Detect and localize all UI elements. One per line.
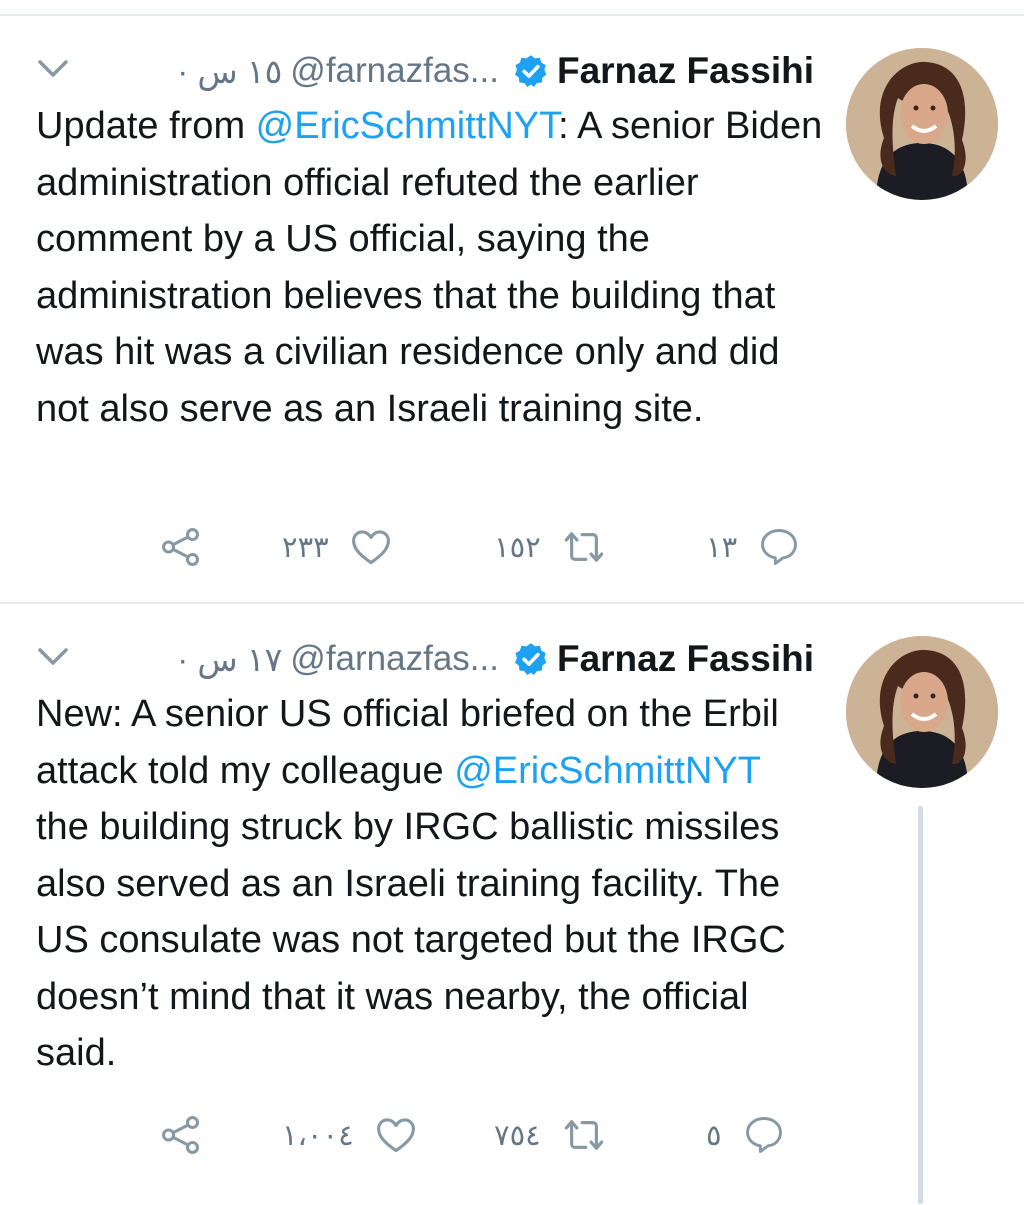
display-name[interactable]: Farnaz Fassihi	[557, 638, 814, 680]
reply-icon	[761, 529, 798, 565]
tweet-actions: ١٣ ١٥٢ ٢٣٣	[0, 512, 1024, 582]
retweet-button[interactable]: ٧٥٤	[494, 1100, 607, 1170]
reply-button[interactable]: ٥	[706, 1100, 786, 1170]
timestamp[interactable]: ١٥ س ·	[177, 52, 282, 91]
retweet-count: ٧٥٤	[494, 1119, 541, 1152]
handle[interactable]: @farnazfas...	[290, 639, 499, 679]
tweet[interactable]: ١٥ س · @farnazfas... Farnaz Fassihi Upda…	[0, 20, 1024, 600]
handle[interactable]: @farnazfas...	[290, 51, 499, 91]
share-button[interactable]	[158, 1100, 204, 1170]
heart-icon	[376, 1118, 415, 1153]
verified-badge-icon	[514, 55, 547, 88]
tweet-header: ١٧ س · @farnazfas... Farnaz Fassihi	[36, 634, 814, 684]
tweet[interactable]: ١٧ س · @farnazfas... Farnaz Fassihi New:…	[0, 608, 1024, 1205]
avatar-photo	[846, 48, 998, 200]
separator: ·	[177, 640, 189, 678]
tweet-header: ١٥ س · @farnazfas... Farnaz Fassihi	[36, 46, 814, 96]
heart-icon	[351, 530, 390, 565]
timestamp-label[interactable]: ١٧ س	[197, 641, 282, 678]
display-name[interactable]: Farnaz Fassihi	[557, 50, 814, 92]
tweet-text: Update from @EricSchmittNYT: A senior Bi…	[36, 98, 826, 437]
verified-badge-icon	[514, 643, 547, 676]
avatar[interactable]	[846, 48, 998, 200]
avatar[interactable]	[846, 636, 998, 788]
mention-link[interactable]: @EricSchmittNYT	[256, 105, 559, 147]
tweet-text-part: the building struck by IRGC ballistic mi…	[36, 749, 797, 1074]
tweet-text-part: Update from	[36, 105, 256, 147]
reply-button[interactable]: ١٣	[706, 512, 801, 582]
reply-count: ٥	[706, 1119, 722, 1152]
top-divider	[0, 14, 1024, 16]
like-count: ١،٠٠٤	[282, 1119, 354, 1152]
timestamp[interactable]: ١٧ س ·	[177, 640, 282, 679]
tweet-divider	[0, 602, 1024, 604]
tweet-text: New: A senior US official briefed on the…	[36, 686, 826, 1082]
retweet-button[interactable]: ١٥٢	[494, 512, 607, 582]
timestamp-label[interactable]: ١٥ س	[197, 53, 282, 90]
retweet-icon	[564, 1120, 604, 1150]
like-button[interactable]: ١،٠٠٤	[282, 1100, 418, 1170]
reply-count: ١٣	[706, 531, 738, 564]
like-button[interactable]: ٢٣٣	[282, 512, 393, 582]
mention-link[interactable]: @EricSchmittNYT	[454, 750, 760, 792]
separator: ·	[177, 52, 189, 90]
avatar-photo	[846, 636, 998, 788]
share-icon	[162, 528, 200, 566]
retweet-icon	[564, 532, 604, 562]
tweet-actions: ٥ ٧٥٤ ١،٠٠٤	[0, 1100, 1024, 1170]
share-icon	[162, 1116, 200, 1154]
like-count: ٢٣٣	[282, 531, 329, 564]
retweet-count: ١٥٢	[494, 531, 541, 564]
reply-icon	[745, 1117, 782, 1153]
tweet-text-part: : A senior Biden administration official…	[36, 105, 823, 430]
share-button[interactable]	[158, 512, 204, 582]
